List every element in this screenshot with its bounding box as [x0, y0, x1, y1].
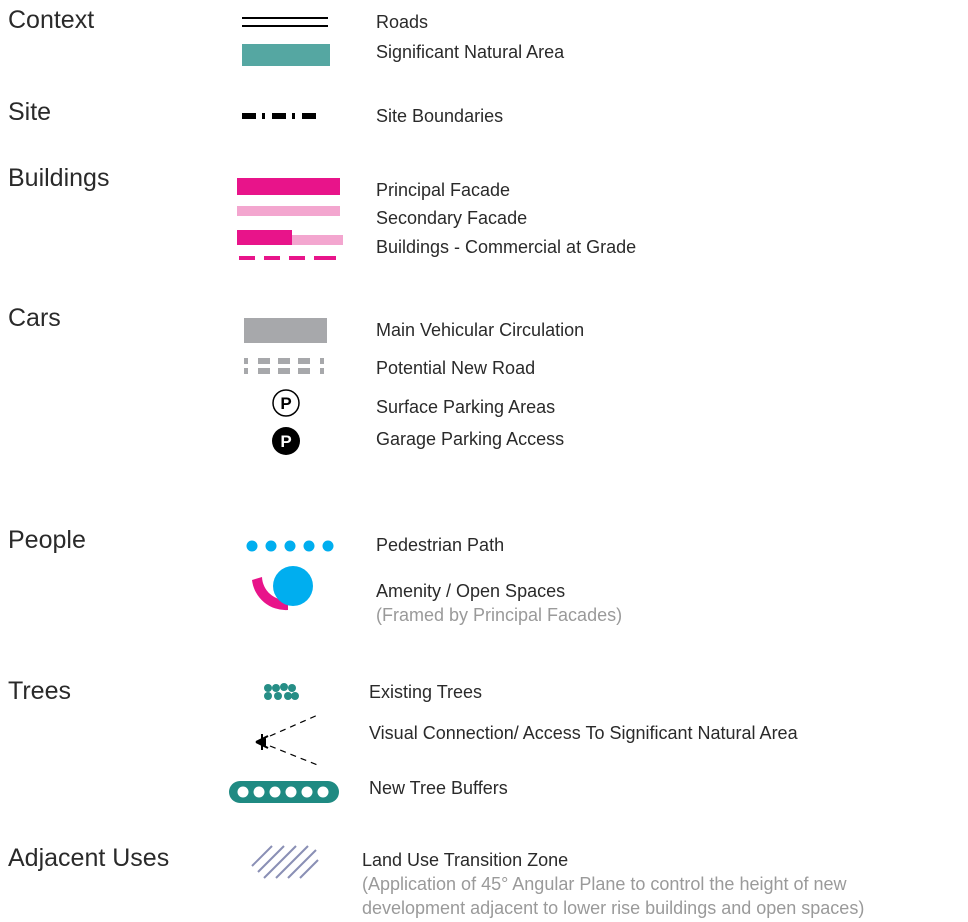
dotted-path-icon [246, 540, 334, 611]
legend-label-potential-road: Potential New Road [376, 358, 536, 378]
double-line-icon [242, 17, 330, 66]
tree-buffer-icon [229, 781, 339, 803]
category-site: Site [8, 98, 52, 126]
category-context: Context [8, 6, 95, 34]
legend-label-roads: Roads [376, 12, 429, 32]
legend-label-main-vehicular: Main Vehicular Circulation [376, 320, 585, 340]
legend-note-land-use-1: (Application of 45° Angular Plane to con… [362, 874, 847, 894]
legend-label-natural-area: Significant Natural Area [376, 42, 565, 62]
tree-cluster-icon [264, 683, 299, 700]
magenta-bar-icon [237, 178, 343, 260]
gray-block-icon [244, 318, 327, 374]
legend-note-amenity: (Framed by Principal Facades) [376, 605, 623, 625]
legend-label-land-use: Land Use Transition Zone [362, 850, 569, 870]
category-people: People [8, 526, 86, 554]
legend-label-surface-parking: Surface Parking Areas [376, 397, 556, 417]
dash-dot-line-icon [242, 113, 316, 119]
legend-label-principal-facade: Principal Facade [376, 180, 511, 200]
category-adjacent-uses: Adjacent Uses [8, 844, 170, 872]
legend-label-garage-parking: Garage Parking Access [376, 429, 565, 449]
legend-label-secondary-facade: Secondary Facade [376, 208, 528, 228]
legend-label-existing-trees: Existing Trees [369, 682, 483, 702]
legend-note-land-use-2: development adjacent to lower rise build… [362, 898, 865, 918]
legend-label-pedestrian-path: Pedestrian Path [376, 535, 505, 555]
view-cone-icon [255, 713, 321, 767]
legend-label-commercial: Buildings - Commercial at Grade [376, 237, 637, 257]
legend-page: { "colors": { "teal": "#55a7a2", "magent… [0, 0, 968, 922]
category-buildings: Buildings [8, 164, 110, 192]
parking-filled-glyph: P [280, 432, 291, 451]
parking-outline-icon: P P [272, 389, 300, 455]
parking-outline-glyph: P [280, 394, 291, 413]
legend-label-amenity: Amenity / Open Spaces [376, 581, 566, 601]
legend-label-site-boundaries: Site Boundaries [376, 106, 504, 126]
category-cars: Cars [8, 304, 61, 332]
legend-label-visual-connection: Visual Connection/ Access To Significant… [369, 723, 798, 743]
legend-label-new-tree-buffers: New Tree Buffers [369, 778, 508, 798]
category-trees: Trees [8, 677, 71, 705]
hatch-icon [251, 845, 319, 879]
